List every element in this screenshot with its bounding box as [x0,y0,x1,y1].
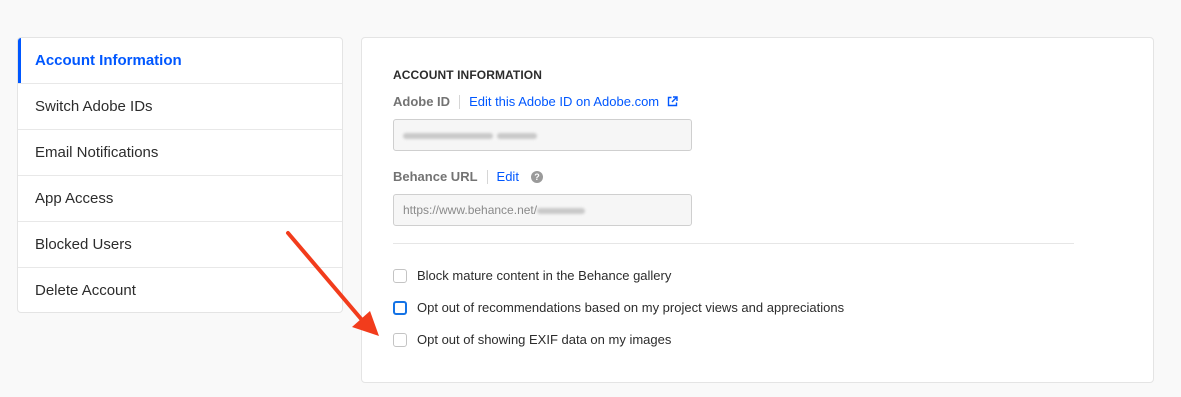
edit-adobe-id-link-text: Edit this Adobe ID on Adobe.com [469,94,660,109]
behance-url-label-row: Behance URL Edit ? [393,169,543,184]
external-link-icon [667,96,678,107]
edit-behance-url-link[interactable]: Edit [497,169,519,184]
mature-content-label[interactable]: Block mature content in the Behance gall… [417,268,671,283]
recommendations-option: Opt out of recommendations based on my p… [393,300,844,315]
question-circle-icon[interactable]: ? [530,170,543,183]
sidebar-item-delete-account[interactable]: Delete Account [18,268,342,312]
redacted-username [537,207,586,214]
mature-content-option: Block mature content in the Behance gall… [393,268,671,283]
behance-url-prefix: https://www.behance.net/ [403,203,538,217]
recommendations-label[interactable]: Opt out of recommendations based on my p… [417,300,844,315]
mature-content-checkbox[interactable] [393,268,407,283]
account-information-panel: ACCOUNT INFORMATION Adobe ID Edit this A… [361,37,1154,383]
settings-sidebar: Account Information Switch Adobe IDs Ema… [17,37,343,313]
sidebar-item-blocked-users[interactable]: Blocked Users [18,222,342,268]
sidebar-item-email-notifications[interactable]: Email Notifications [18,130,342,176]
exif-label[interactable]: Opt out of showing EXIF data on my image… [417,332,671,347]
label-separator [486,169,488,184]
adobe-id-label: Adobe ID [393,94,451,109]
section-divider [393,243,1074,244]
behance-url-label: Behance URL [393,169,478,184]
exif-checkbox[interactable] [393,332,407,347]
label-separator [459,94,461,109]
sidebar-item-switch-adobe-ids[interactable]: Switch Adobe IDs [18,84,342,130]
redacted-email [403,132,493,139]
adobe-id-field[interactable] [393,119,692,151]
recommendations-checkbox[interactable] [393,300,407,315]
sidebar-item-account-information[interactable]: Account Information [18,38,342,84]
redacted-email-domain [497,132,537,139]
behance-url-field[interactable]: https://www.behance.net/ [393,194,692,226]
section-title: ACCOUNT INFORMATION [393,68,542,82]
edit-adobe-id-link[interactable]: Edit this Adobe ID on Adobe.com [469,94,678,109]
sidebar-item-app-access[interactable]: App Access [18,176,342,222]
adobe-id-label-row: Adobe ID Edit this Adobe ID on Adobe.com [393,94,678,109]
exif-option: Opt out of showing EXIF data on my image… [393,332,671,347]
